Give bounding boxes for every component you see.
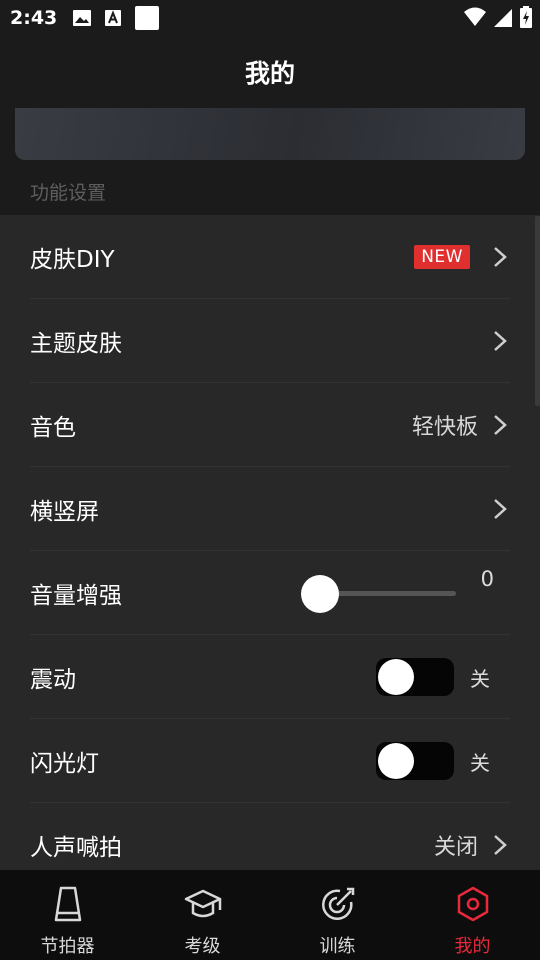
nav-label: 我的: [454, 936, 491, 957]
nav-label: 考级: [184, 936, 221, 957]
setting-volume-boost: 音量增强 0: [30, 551, 510, 635]
setting-timbre[interactable]: 音色 轻快板: [30, 383, 510, 467]
hexagon-icon: [457, 886, 488, 922]
setting-value: 关闭: [433, 835, 478, 860]
new-badge: NEW: [414, 245, 470, 269]
setting-theme-skin[interactable]: 主题皮肤: [30, 299, 510, 383]
setting-label: 音色: [30, 414, 76, 441]
font-icon: [105, 10, 122, 26]
setting-label: 主题皮肤: [30, 330, 122, 357]
image-icon: [73, 10, 92, 26]
chevron-right-icon: [494, 835, 507, 855]
chevron-right-icon: [494, 415, 507, 435]
setting-label: 皮肤DIY: [30, 246, 115, 273]
section-title: 功能设置: [30, 182, 107, 204]
volume-slider-knob[interactable]: [301, 575, 339, 613]
nav-label: 节拍器: [40, 936, 95, 957]
scrollbar-thumb[interactable]: [535, 216, 540, 406]
chevron-right-icon: [494, 247, 507, 267]
square-icon: [135, 6, 160, 30]
setting-label: 人声喊拍: [30, 834, 122, 861]
profile-card[interactable]: [15, 108, 525, 160]
volume-slider-track[interactable]: [320, 591, 456, 596]
settings-list: 皮肤DIY NEW 主题皮肤 音色 轻快板 横竖屏 音量增强 0 震动 关 闪光…: [0, 215, 540, 870]
bottom-nav: 节拍器 考级 训练 我的: [0, 870, 540, 960]
setting-label: 音量增强: [30, 582, 122, 609]
nav-grading[interactable]: 考级: [135, 870, 270, 960]
setting-label: 闪光灯: [30, 750, 99, 777]
nav-label: 训练: [319, 936, 356, 957]
toggle-state-text: 关: [470, 750, 490, 775]
setting-skin-diy[interactable]: 皮肤DIY NEW: [30, 215, 510, 299]
nav-mine[interactable]: 我的: [405, 870, 540, 960]
setting-label: 横竖屏: [30, 498, 99, 525]
page-header: 我的: [0, 36, 540, 108]
status-time: 2:43: [10, 7, 58, 29]
toggle-knob: [378, 659, 414, 695]
wifi-icon: [464, 7, 486, 26]
toggle-knob: [378, 743, 414, 779]
setting-flashlight: 闪光灯 关: [30, 719, 510, 803]
volume-slider-value: 0: [480, 567, 494, 591]
setting-voice-count[interactable]: 人声喊拍 关闭: [30, 803, 510, 870]
toggle-state-text: 关: [470, 666, 490, 691]
setting-vibration: 震动 关: [30, 635, 510, 719]
setting-orientation[interactable]: 横竖屏: [30, 467, 510, 551]
nav-training[interactable]: 训练: [270, 870, 405, 960]
flashlight-toggle[interactable]: [376, 742, 454, 780]
target-icon: [321, 887, 354, 920]
chevron-right-icon: [494, 331, 507, 351]
page-title: 我的: [244, 59, 295, 88]
chevron-right-icon: [494, 499, 507, 519]
graduation-cap-icon: [184, 889, 221, 918]
metronome-icon: [54, 886, 81, 922]
setting-label: 震动: [30, 666, 76, 693]
vibration-toggle[interactable]: [376, 658, 454, 696]
battery-icon: [520, 6, 532, 28]
setting-value: 轻快板: [411, 415, 478, 440]
nav-metronome[interactable]: 节拍器: [0, 870, 135, 960]
status-bar: 2:43: [0, 0, 540, 36]
signal-icon: [494, 9, 512, 27]
